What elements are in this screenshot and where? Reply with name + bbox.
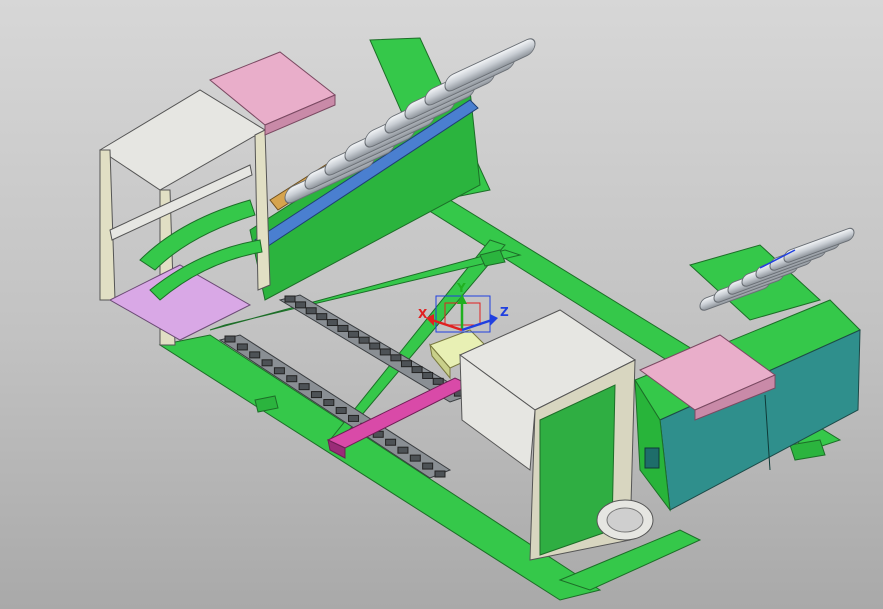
chain-link — [335, 406, 347, 414]
z-axis-label: Z — [500, 305, 509, 319]
assembly-model[interactable]: Y X Z — [0, 0, 883, 609]
chain-link — [422, 371, 434, 379]
chain-link — [236, 343, 248, 351]
chain-link — [295, 301, 307, 309]
chain-link — [305, 307, 317, 315]
chain-link — [249, 351, 261, 359]
chain-link — [284, 295, 296, 303]
y-axis-label: Y — [456, 281, 466, 295]
chain-link — [400, 360, 412, 368]
chain-link — [273, 367, 285, 375]
chain-link — [409, 454, 421, 462]
chain-link — [411, 366, 423, 374]
right-station[interactable] — [459, 244, 861, 561]
chain-link — [422, 462, 434, 470]
z-arrow-icon — [490, 314, 498, 326]
roller — [444, 38, 536, 92]
chain-link — [348, 414, 360, 422]
chain-link — [348, 330, 360, 338]
cad-viewport[interactable]: Y X Z — [0, 0, 883, 609]
chain-link — [326, 319, 338, 327]
chain-link — [397, 446, 409, 454]
chain-link — [434, 470, 446, 478]
chain-link — [432, 377, 444, 385]
chain-link — [261, 359, 273, 367]
chain-link — [286, 375, 298, 383]
roller — [783, 227, 855, 263]
x-axis-label: X — [418, 307, 428, 321]
chain-link — [224, 335, 236, 343]
chain-link — [310, 391, 322, 399]
chain-link — [337, 324, 349, 332]
chain-link — [385, 438, 397, 446]
chain-link — [298, 383, 310, 391]
chain-link — [316, 313, 328, 321]
chain-link — [358, 336, 370, 344]
chain-link — [323, 399, 335, 407]
chain-link — [390, 354, 402, 362]
chain-link — [369, 342, 381, 350]
chain-link — [379, 348, 391, 356]
